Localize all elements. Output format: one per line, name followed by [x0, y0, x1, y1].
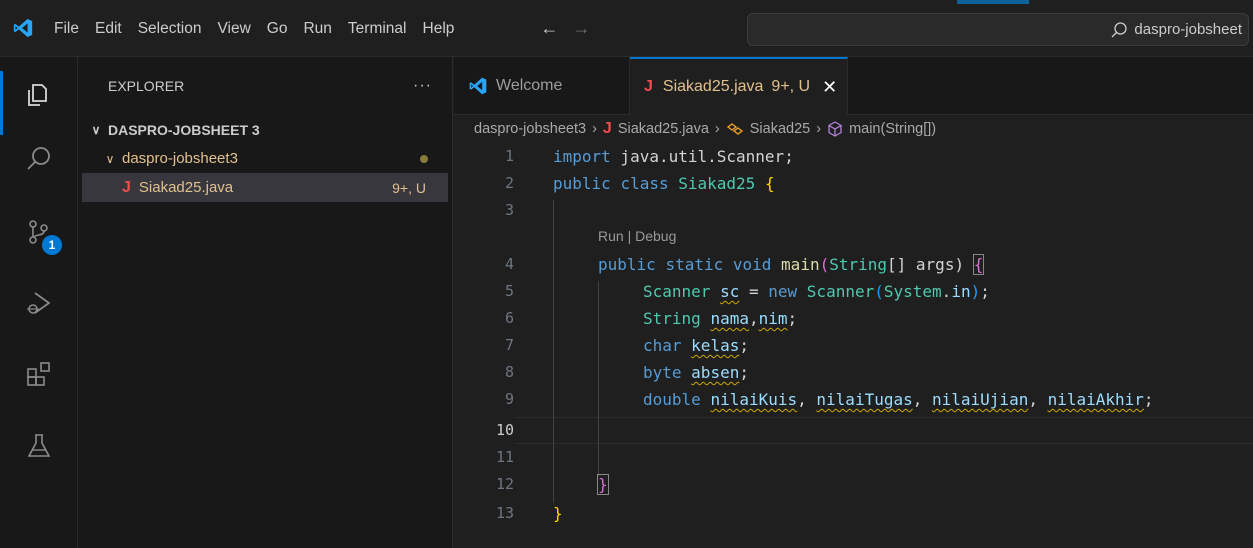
- menu-file[interactable]: File: [46, 0, 87, 57]
- breadcrumb: daspro-jobsheet3 › J Siakad25.java › Sia…: [454, 115, 1253, 143]
- line-number: 8: [504, 363, 514, 381]
- tab-label: Siakad25.java: [662, 78, 764, 95]
- line-number: 1: [504, 147, 514, 165]
- tree-folder-label: daspro-jobsheet3: [122, 150, 238, 167]
- code-line: public static void main(String[] args) {: [598, 254, 985, 275]
- menu-bar: File Edit Selection View Go Run Terminal…: [46, 0, 462, 57]
- more-actions-icon[interactable]: ···: [413, 77, 432, 95]
- code-line: String nama,nim;: [643, 309, 798, 328]
- vscode-logo-icon: [469, 77, 487, 95]
- code-line: double nilaiKuis, nilaiTugas, nilaiUjian…: [643, 390, 1154, 409]
- forward-arrow-icon[interactable]: →: [572, 18, 590, 39]
- explorer-sidebar: EXPLORER ··· ∨ DASPRO-JOBSHEET 3 ∨ daspr…: [78, 57, 453, 548]
- line-number: 3: [504, 201, 514, 219]
- tab-label: Welcome: [496, 77, 563, 94]
- chevron-right-icon: ›: [714, 121, 720, 137]
- explorer-header: EXPLORER ···: [78, 57, 452, 115]
- chevron-down-icon: ∨: [91, 122, 101, 137]
- explorer-title: EXPLORER: [108, 78, 185, 94]
- editor-tabs: Welcome J Siakad25.java 9+, U ✕: [454, 57, 1253, 115]
- back-arrow-icon[interactable]: ←: [540, 18, 558, 39]
- line-number-current: 10: [495, 421, 514, 439]
- chevron-right-icon: ›: [816, 121, 822, 137]
- tree-file-label: Siakad25.java: [138, 179, 234, 196]
- code-line: char kelas;: [643, 336, 749, 355]
- menu-view[interactable]: View: [209, 0, 258, 57]
- title-bar: File Edit Selection View Go Run Terminal…: [0, 0, 1253, 57]
- java-file-icon: J: [644, 78, 653, 95]
- line-number: 5: [504, 282, 514, 300]
- activity-bar: 1: [0, 57, 78, 548]
- indent-guide: [553, 200, 554, 503]
- command-center-label: daspro-jobsheet: [1134, 21, 1242, 38]
- line-number: 13: [495, 504, 514, 522]
- class-icon: [726, 123, 743, 135]
- tree-file[interactable]: J Siakad25.java 9+, U: [82, 173, 448, 202]
- workspace-root-label: DASPRO-JOBSHEET 3: [108, 121, 260, 138]
- codelens-run-debug[interactable]: Run | Debug: [598, 228, 676, 244]
- explorer-icon[interactable]: [0, 65, 78, 135]
- extensions-icon[interactable]: [0, 345, 78, 403]
- tree-folder[interactable]: ∨ daspro-jobsheet3: [78, 144, 452, 173]
- chevron-right-icon: ›: [592, 121, 597, 137]
- breadcrumb-method[interactable]: main(String[]): [849, 121, 936, 137]
- method-icon: [828, 121, 842, 137]
- close-icon[interactable]: ✕: [822, 77, 837, 98]
- code-line: Scanner sc = new Scanner(System.in);: [643, 282, 990, 301]
- line-number: 9: [504, 390, 514, 408]
- current-line-highlight: [514, 417, 1253, 444]
- source-control-icon[interactable]: 1: [0, 203, 78, 261]
- code-line: import java.util.Scanner;: [553, 147, 794, 166]
- line-number: 12: [495, 475, 514, 493]
- line-number: 11: [495, 448, 514, 466]
- tab-siakad25[interactable]: J Siakad25.java 9+, U ✕: [630, 57, 849, 115]
- java-file-icon: J: [602, 120, 612, 137]
- java-file-icon: J: [122, 178, 131, 196]
- testing-icon[interactable]: [0, 417, 78, 475]
- line-number: 2: [504, 174, 514, 192]
- menu-help[interactable]: Help: [415, 0, 463, 57]
- chevron-down-icon: ∨: [105, 151, 115, 166]
- file-status: 9+, U: [392, 179, 426, 196]
- code-line: }: [597, 474, 609, 495]
- line-number: 6: [504, 309, 514, 327]
- source-control-badge: 1: [42, 235, 62, 255]
- code-editor[interactable]: Run | Debug 1 2 3 4 5 6 7 8 9 10 11 12 1…: [454, 143, 1253, 548]
- breadcrumb-class[interactable]: Siakad25: [750, 121, 810, 137]
- code-line: }: [553, 504, 563, 523]
- breadcrumb-folder[interactable]: daspro-jobsheet3: [474, 121, 586, 137]
- vscode-logo-icon: [0, 0, 46, 57]
- tab-status: 9+, U: [771, 78, 811, 95]
- accent-strip: [957, 0, 1029, 4]
- code-line: byte absen;: [643, 363, 749, 382]
- menu-terminal[interactable]: Terminal: [340, 0, 415, 57]
- run-debug-icon[interactable]: [0, 274, 78, 332]
- modified-dot: [420, 154, 428, 163]
- menu-edit[interactable]: Edit: [87, 0, 130, 57]
- menu-selection[interactable]: Selection: [130, 0, 210, 57]
- tab-welcome[interactable]: Welcome: [454, 57, 630, 115]
- workspace-root[interactable]: ∨ DASPRO-JOBSHEET 3: [78, 115, 452, 144]
- indent-guide: [598, 281, 599, 476]
- navigation-arrows: ← →: [540, 18, 590, 39]
- code-line: public class Siakad25 {: [553, 174, 775, 193]
- search-icon: [1111, 21, 1128, 37]
- menu-run[interactable]: Run: [295, 0, 339, 57]
- line-number: 7: [504, 336, 514, 354]
- breadcrumb-file[interactable]: Siakad25.java: [618, 121, 709, 137]
- line-number: 4: [504, 255, 514, 273]
- command-center[interactable]: daspro-jobsheet: [747, 13, 1249, 46]
- menu-go[interactable]: Go: [259, 0, 296, 57]
- search-icon[interactable]: [0, 130, 78, 188]
